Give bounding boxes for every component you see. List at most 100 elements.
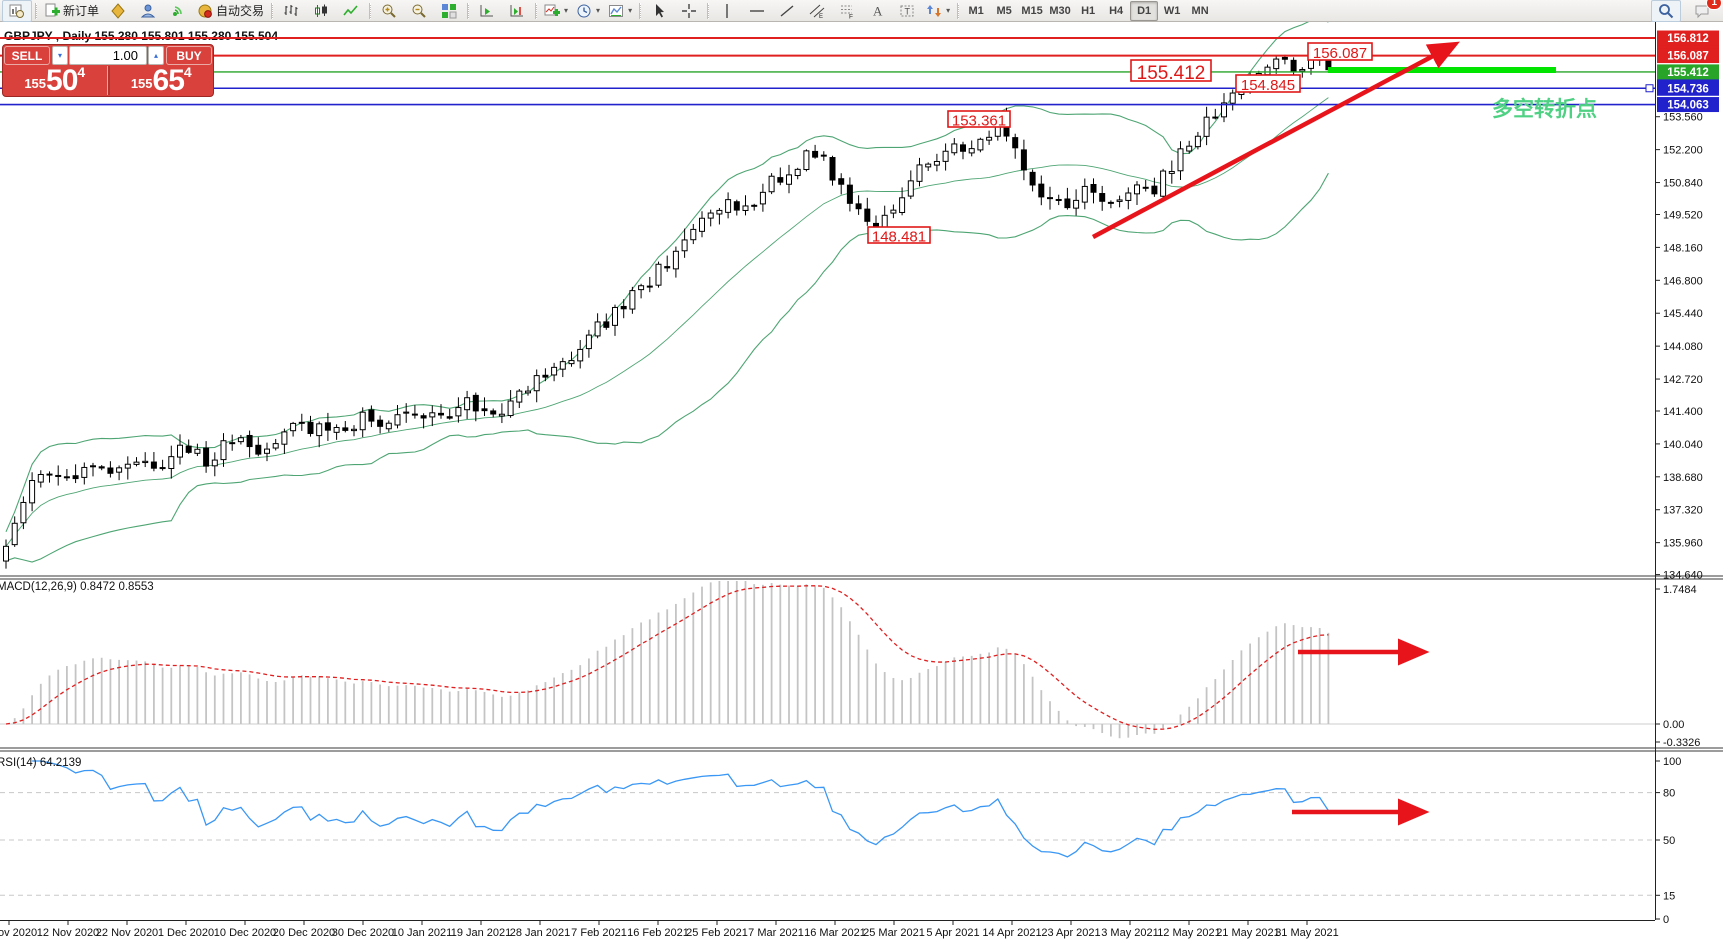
candle (256, 445, 261, 454)
zoom-in-button[interactable] (374, 0, 404, 22)
candle (1056, 199, 1061, 200)
toolbar-separator (707, 3, 709, 19)
candle (804, 151, 809, 170)
periods-menu-button[interactable]: ▾ (572, 0, 604, 22)
candle (691, 229, 696, 239)
dropdown-arrow-icon[interactable]: ▾ (946, 6, 950, 15)
candle (726, 200, 731, 213)
price-callout-text: 148.481 (872, 229, 926, 246)
new-order-button[interactable]: 新订单 (40, 0, 103, 22)
candle (412, 414, 417, 415)
timeframe-m15-button[interactable]: M15 (1018, 1, 1046, 21)
sell-price[interactable]: 155504 (3, 66, 107, 95)
date-tick-label: 7 Feb 2021 (571, 927, 627, 939)
vertical-line-tool-icon (719, 3, 735, 19)
timeframe-w1-button[interactable]: W1 (1158, 1, 1186, 21)
mql5-community-button[interactable] (133, 0, 163, 22)
auto-trading-icon (197, 3, 213, 19)
dropdown-arrow-icon[interactable]: ▾ (596, 6, 600, 15)
mql5-market-button[interactable] (103, 0, 133, 22)
crosshair-tool-button[interactable] (674, 0, 704, 22)
timeframe-m5-button[interactable]: M5 (990, 1, 1018, 21)
dropdown-arrow-icon[interactable]: ▾ (564, 6, 568, 15)
timeframe-h1-button[interactable]: H1 (1074, 1, 1102, 21)
candle (99, 467, 104, 468)
sell-button[interactable]: SELL (4, 46, 50, 65)
date-axis[interactable]: 2 Nov 202012 Nov 202022 Nov 20201 Dec 20… (0, 920, 1339, 939)
candle (386, 423, 391, 429)
timeframe-d1-button[interactable]: D1 (1130, 1, 1158, 21)
bar-chart-mode-button[interactable] (276, 0, 306, 22)
candle (108, 468, 113, 473)
trade-signals-button[interactable] (163, 0, 193, 22)
macd-tick-label: 1.7484 (1663, 584, 1697, 596)
candle (595, 322, 600, 336)
candle (1195, 136, 1200, 146)
cursor-tool-button[interactable] (644, 0, 674, 22)
arrows-tool-button[interactable]: ▾ (922, 0, 954, 22)
candle (508, 401, 513, 416)
line-handle[interactable] (1646, 85, 1653, 92)
main-toolbar: 新订单 自动交易 ▾ ▾ ▾ E F AT ▾ M1M5M15M30H1H4D1W1MN 1 (0, 0, 1723, 22)
date-tick-label: 10 Jan 2021 (392, 927, 453, 939)
support-segment[interactable]: 多空转折点 (1328, 67, 1597, 121)
indicators-list-button[interactable]: ▾ (540, 0, 572, 22)
candle (91, 466, 96, 467)
chart-shift-button[interactable] (502, 0, 532, 22)
text-label-tool-button[interactable]: T (892, 0, 922, 22)
vertical-line-tool-button[interactable] (712, 0, 742, 22)
dropdown-arrow-icon[interactable]: ▾ (628, 6, 632, 15)
tile-windows-button[interactable] (434, 0, 464, 22)
line-chart-mode-button[interactable] (336, 0, 366, 22)
buy-price[interactable]: 155654 (110, 66, 214, 95)
date-tick-label: 12 Nov 2020 (37, 927, 99, 939)
trendline-tool-button[interactable] (772, 0, 802, 22)
buy-button[interactable]: BUY (166, 46, 212, 65)
thick-support-line[interactable] (1328, 67, 1556, 73)
price-callout-text: 154.845 (1241, 77, 1295, 94)
fibonacci-tool-button[interactable]: F (832, 0, 862, 22)
timeframe-m1-button[interactable]: M1 (962, 1, 990, 21)
timeframe-m30-button[interactable]: M30 (1046, 1, 1074, 21)
candle (656, 264, 661, 285)
candle (1100, 194, 1105, 202)
auto-trading-button[interactable]: 自动交易 (193, 0, 268, 22)
price-tick-label: 137.320 (1663, 505, 1703, 517)
new-order-label: 新订单 (63, 2, 99, 19)
trade-signals-icon (170, 3, 186, 19)
candlestick-mode-button[interactable] (306, 0, 336, 22)
chart-area[interactable]: GBPJPY , Daily 155.280 155.801 155.280 1… (0, 22, 1723, 945)
price-tick-label: 149.520 (1663, 209, 1703, 221)
sell-price-point: 4 (77, 66, 85, 78)
chart-canvas[interactable]: GBPJPY , Daily 155.280 155.801 155.280 1… (0, 22, 1723, 945)
equidistant-channel-tool-button[interactable]: E (802, 0, 832, 22)
candle (621, 306, 626, 308)
search-button[interactable] (1651, 0, 1681, 22)
volume-input[interactable] (69, 46, 147, 65)
candle (38, 474, 43, 482)
text-label-tool-icon: T (899, 3, 915, 19)
zoom-out-button[interactable] (404, 0, 434, 22)
svg-text:F: F (849, 13, 853, 19)
candle (325, 423, 330, 430)
candle (430, 413, 435, 417)
candle (482, 409, 487, 411)
candle (56, 475, 61, 476)
date-tick-label: 19 Jan 2021 (451, 927, 512, 939)
one-click-trading-panel: SELL ▾ ▴ BUY 155504 155654 (2, 44, 214, 97)
volume-increase-button[interactable]: ▴ (148, 46, 164, 65)
auto-scroll-button[interactable] (472, 0, 502, 22)
toolbar-separator (957, 3, 959, 19)
candle (1039, 184, 1044, 197)
price-axis[interactable]: 153.560152.200150.840149.520148.160146.8… (1646, 31, 1719, 926)
horizontal-line-tool-button[interactable] (742, 0, 772, 22)
timeframe-h4-button[interactable]: H4 (1102, 1, 1130, 21)
volume-decrease-button[interactable]: ▾ (52, 46, 68, 65)
notifications-button[interactable]: 1 (1687, 0, 1717, 22)
search-icon (1658, 3, 1674, 19)
timeframe-mn-button[interactable]: MN (1186, 1, 1214, 21)
candle (447, 417, 452, 418)
templates-menu-button[interactable]: ▾ (604, 0, 636, 22)
text-tool-button[interactable]: A (862, 0, 892, 22)
new-chart-button[interactable] (2, 0, 32, 22)
